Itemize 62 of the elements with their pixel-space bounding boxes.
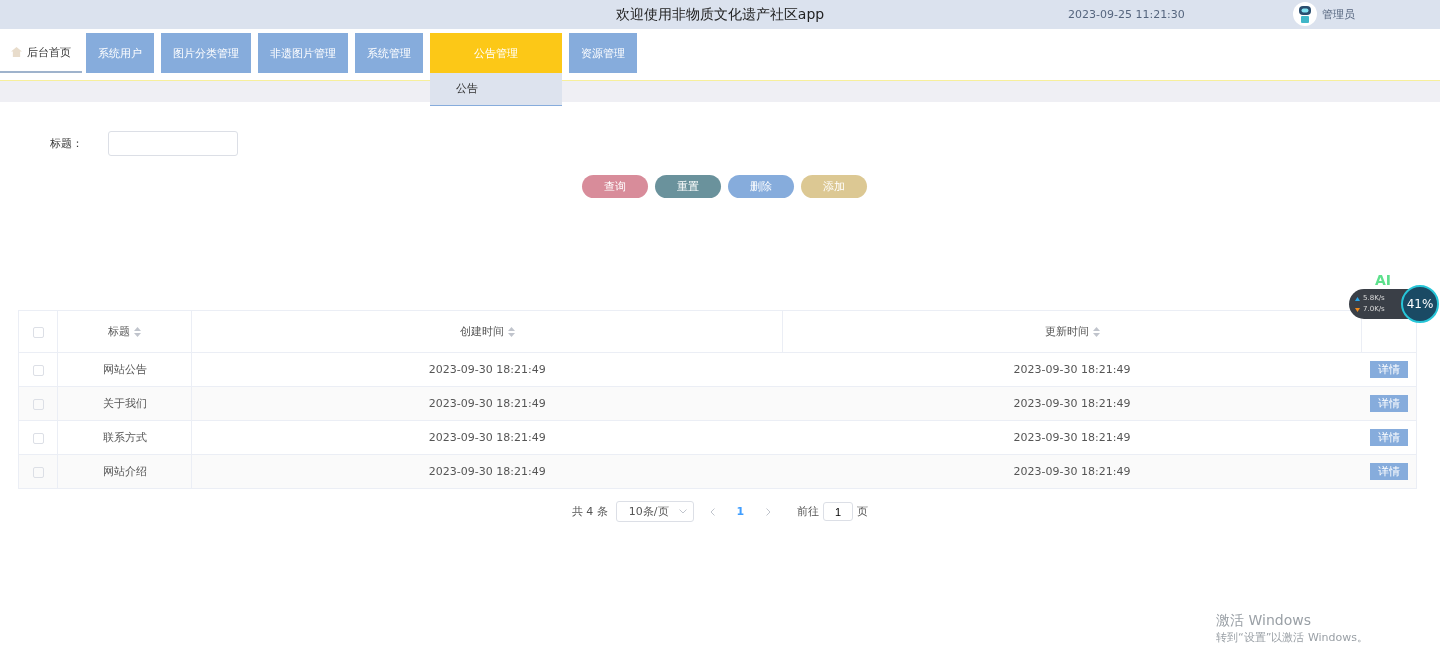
nav-menu-button[interactable]: 系统用户 xyxy=(86,33,154,73)
table-cell: 2023-09-30 18:21:49 xyxy=(1013,431,1131,444)
table-cell: 2023-09-30 18:21:49 xyxy=(428,431,546,444)
nav-menu-button[interactable]: 非遗图片管理 xyxy=(258,33,348,73)
date-time: 2023-09-25 11:21:30 xyxy=(1068,8,1185,21)
app-title: 欢迎使用非物质文化遗产社区app xyxy=(615,5,825,24)
detail-button[interactable]: 详情 xyxy=(1369,463,1408,480)
detail-button[interactable]: 详情 xyxy=(1369,395,1408,412)
home-label: 后台首页 xyxy=(27,44,71,60)
chevron-down-icon xyxy=(678,509,687,514)
row-checkbox[interactable] xyxy=(32,398,44,410)
nav-menu-button[interactable]: 系统管理 xyxy=(355,33,423,73)
robot-avatar-icon[interactable] xyxy=(1293,2,1317,26)
download-arrow-icon xyxy=(1355,307,1360,312)
table-cell: 网站公告 xyxy=(102,363,147,376)
page-size-select[interactable]: 10条/页 xyxy=(615,501,694,522)
row-checkbox[interactable] xyxy=(32,364,44,376)
table-cell: 联系方式 xyxy=(102,431,147,444)
home-icon xyxy=(11,47,22,57)
table-cell: 关于我们 xyxy=(102,397,147,410)
table-cell: 2023-09-30 18:21:49 xyxy=(1013,363,1131,376)
ai-label: AI xyxy=(1375,272,1392,288)
activation-title: 激活 Windows xyxy=(1216,612,1312,630)
home-tab[interactable]: 后台首页 xyxy=(0,33,82,73)
table-cell: 2023-09-30 18:21:49 xyxy=(428,465,546,478)
page-suffix: 页 xyxy=(857,504,869,519)
dropdown-item[interactable]: 公告 xyxy=(430,73,562,105)
next-page-icon[interactable] xyxy=(766,507,772,516)
column-header[interactable]: 更新时间 xyxy=(1044,324,1089,339)
table-cell: 2023-09-30 18:21:49 xyxy=(428,397,546,410)
table-cell: 网站介绍 xyxy=(102,465,147,478)
activation-hint: 转到“设置”以激活 Windows。 xyxy=(1216,630,1368,645)
table-cell: 2023-09-30 18:21:49 xyxy=(1013,465,1131,478)
action-button[interactable]: 删除 xyxy=(727,175,794,198)
action-button[interactable]: 重置 xyxy=(654,175,721,198)
usage-percent: 41% xyxy=(1401,285,1439,323)
nav-menu-button[interactable]: 资源管理 xyxy=(569,33,637,73)
table-cell: 2023-09-30 18:21:49 xyxy=(1013,397,1131,410)
goto-label: 前往 xyxy=(797,504,820,519)
sort-icon[interactable] xyxy=(134,326,141,337)
column-header[interactable]: 标题 xyxy=(108,324,130,339)
page-number[interactable]: 1 xyxy=(730,505,751,518)
row-checkbox[interactable] xyxy=(32,466,44,478)
nav-menu-button[interactable]: 公告管理 xyxy=(430,33,562,73)
page-jump-field[interactable]: 1 xyxy=(823,502,854,521)
column-header[interactable]: 创建时间 xyxy=(459,324,504,339)
sort-icon[interactable] xyxy=(1092,326,1100,337)
total-count: 共 4 条 xyxy=(571,504,608,519)
user-name[interactable]: 管理员 xyxy=(1322,7,1355,22)
table-cell: 2023-09-30 18:21:49 xyxy=(428,363,546,376)
field-label: 标题： xyxy=(50,136,84,151)
action-button[interactable]: 添加 xyxy=(800,175,867,198)
action-button[interactable]: 查询 xyxy=(581,175,648,198)
detail-button[interactable]: 详情 xyxy=(1369,361,1408,378)
previous-page-icon[interactable] xyxy=(709,507,715,516)
title-input-field[interactable] xyxy=(108,131,238,156)
detail-button[interactable]: 详情 xyxy=(1369,429,1408,446)
row-checkbox[interactable] xyxy=(32,432,44,444)
upload-arrow-icon xyxy=(1355,296,1360,301)
select-all-checkbox[interactable] xyxy=(32,326,44,338)
sort-icon[interactable] xyxy=(507,326,515,337)
nav-menu-button[interactable]: 图片分类管理 xyxy=(161,33,251,73)
